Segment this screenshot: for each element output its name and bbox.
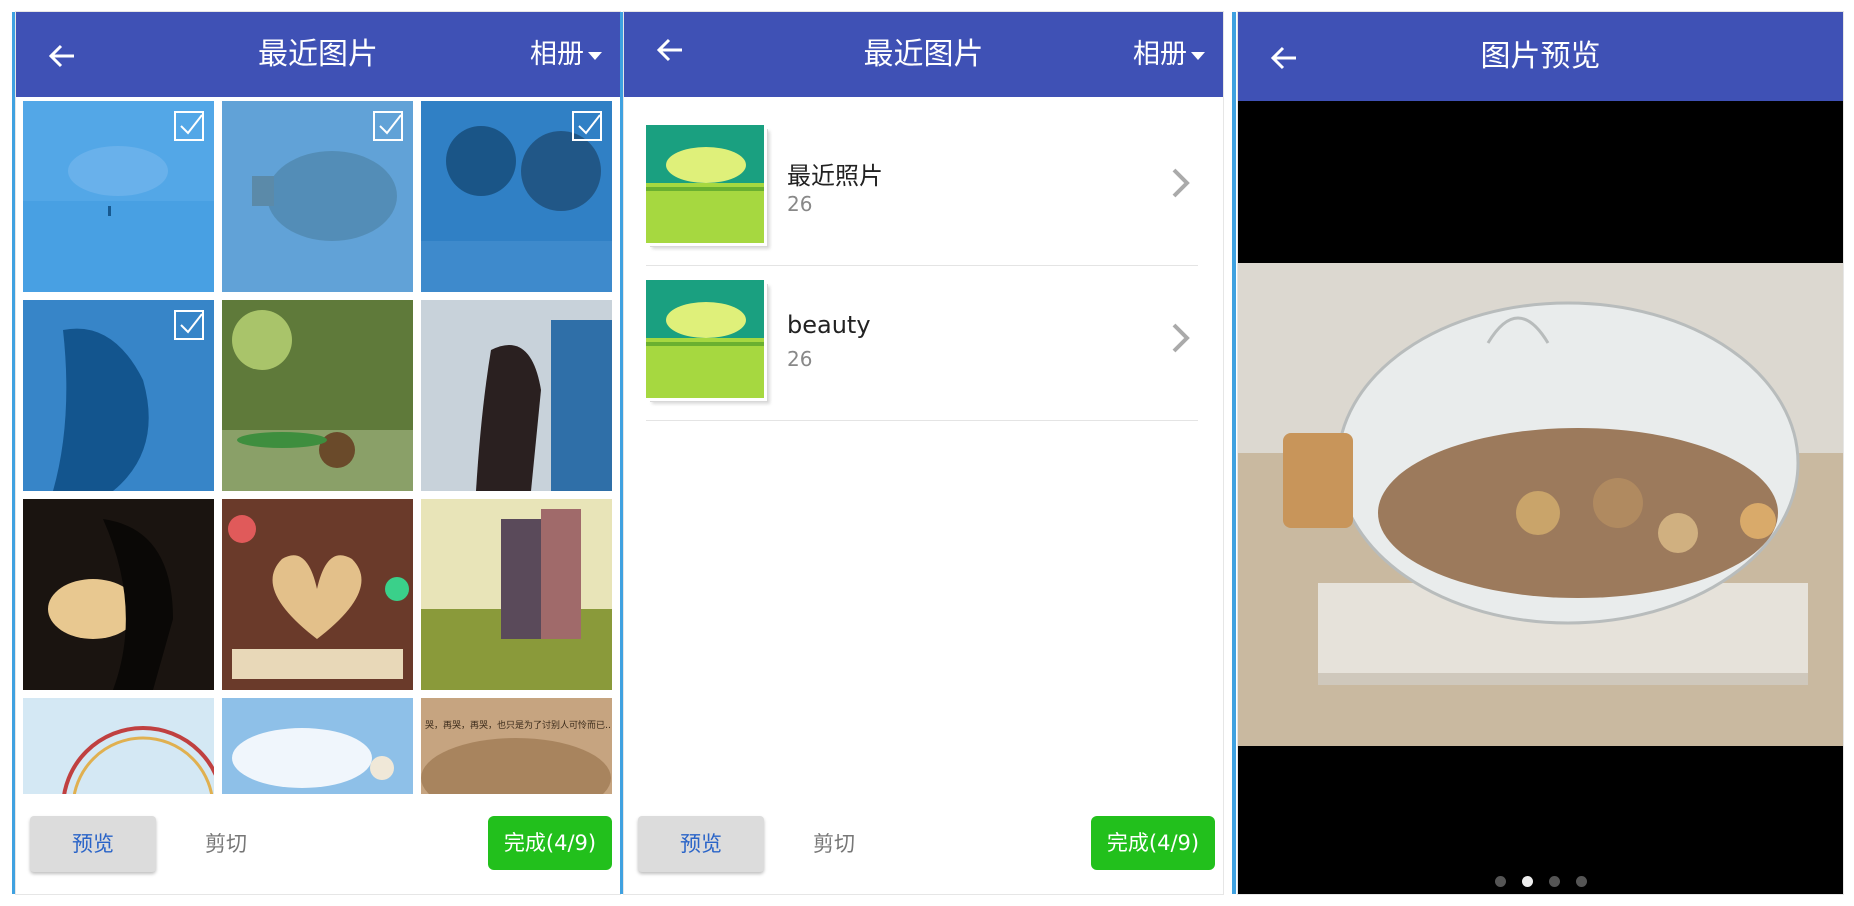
tile-sand-text[interactable]: 哭，再哭，再哭，也只是为了讨别人可怜而已…… [421,698,612,803]
panel-image-preview: 图片预览 [1238,12,1843,894]
tile-wet-hair[interactable] [23,300,214,491]
page-indicator [1238,872,1843,892]
tile-caption: 哭，再哭，再哭，也只是为了讨别人可怜而已…… [425,721,610,731]
panel-edge [1232,12,1236,894]
tile-silhouette[interactable] [23,499,214,690]
album-row[interactable]: beauty 26 [646,265,1198,421]
album-count: 26 [787,192,813,216]
tile-snail[interactable] [222,300,413,491]
checkbox-checked-icon[interactable] [174,310,204,340]
album-name: 最近照片 [787,162,883,190]
tile-couple-kiss[interactable] [421,101,612,292]
chevron-right-icon [1172,168,1190,198]
checkbox-checked-icon[interactable] [572,111,602,141]
panel-album-list: 最近图片 相册 最近照片 26 beauty 26 预览 剪切 完成(4/9) [624,12,1223,894]
tile-ferris-wheel[interactable] [23,698,214,803]
photo-grid: 哭，再哭，再哭，也只是为了讨别人可怜而已…… [23,101,613,803]
caret-down-icon [1191,51,1205,60]
preview-button[interactable]: 预览 [638,816,764,872]
album-thumbnail [646,125,764,243]
album-dropdown[interactable]: 相册 [1133,12,1205,97]
top-bar: 图片预览 [1238,12,1843,101]
album-label: 相册 [530,39,584,70]
bottom-action-bar: 预览 剪切 完成(4/9) [16,794,620,894]
chevron-right-icon [1172,323,1190,353]
page-dot[interactable] [1494,876,1506,887]
tile-sea-horizon[interactable] [23,101,214,292]
tile-book-heart[interactable] [222,499,413,690]
done-button[interactable]: 完成(4/9) [1091,816,1215,870]
cut-button[interactable]: 剪切 [176,816,276,872]
tile-holding-hands[interactable] [421,499,612,690]
checkbox-checked-icon[interactable] [174,111,204,141]
done-button[interactable]: 完成(4/9) [488,816,612,870]
album-count: 26 [787,347,813,371]
preview-image[interactable] [1238,263,1843,746]
top-bar: 最近图片 相册 [16,12,620,97]
page-dot[interactable] [1548,876,1560,887]
caret-down-icon [588,51,602,60]
bottom-action-bar: 预览 剪切 完成(4/9) [624,794,1223,894]
page-dot[interactable] [1575,876,1587,887]
tile-girl-bus[interactable] [421,300,612,491]
album-dropdown[interactable]: 相册 [530,12,602,97]
page-title: 图片预览 [1480,39,1601,74]
preview-button[interactable]: 预览 [30,816,156,872]
panel-image-grid: 最近图片 相册 哭，再哭，再哭，也只是为了讨别人可怜而已…… 预览 剪切 完成(… [16,12,620,894]
cut-button[interactable]: 剪切 [784,816,884,872]
checkbox-checked-icon[interactable] [373,111,403,141]
tile-glass-pig[interactable] [222,101,413,292]
top-bar: 最近图片 相册 [624,12,1223,97]
page-dot-active[interactable] [1521,876,1533,887]
album-name: beauty [787,311,871,339]
album-label: 相册 [1133,39,1187,70]
album-thumbnail [646,280,764,398]
tile-sky-clouds[interactable] [222,698,413,803]
album-row[interactable]: 最近照片 26 [646,110,1198,266]
